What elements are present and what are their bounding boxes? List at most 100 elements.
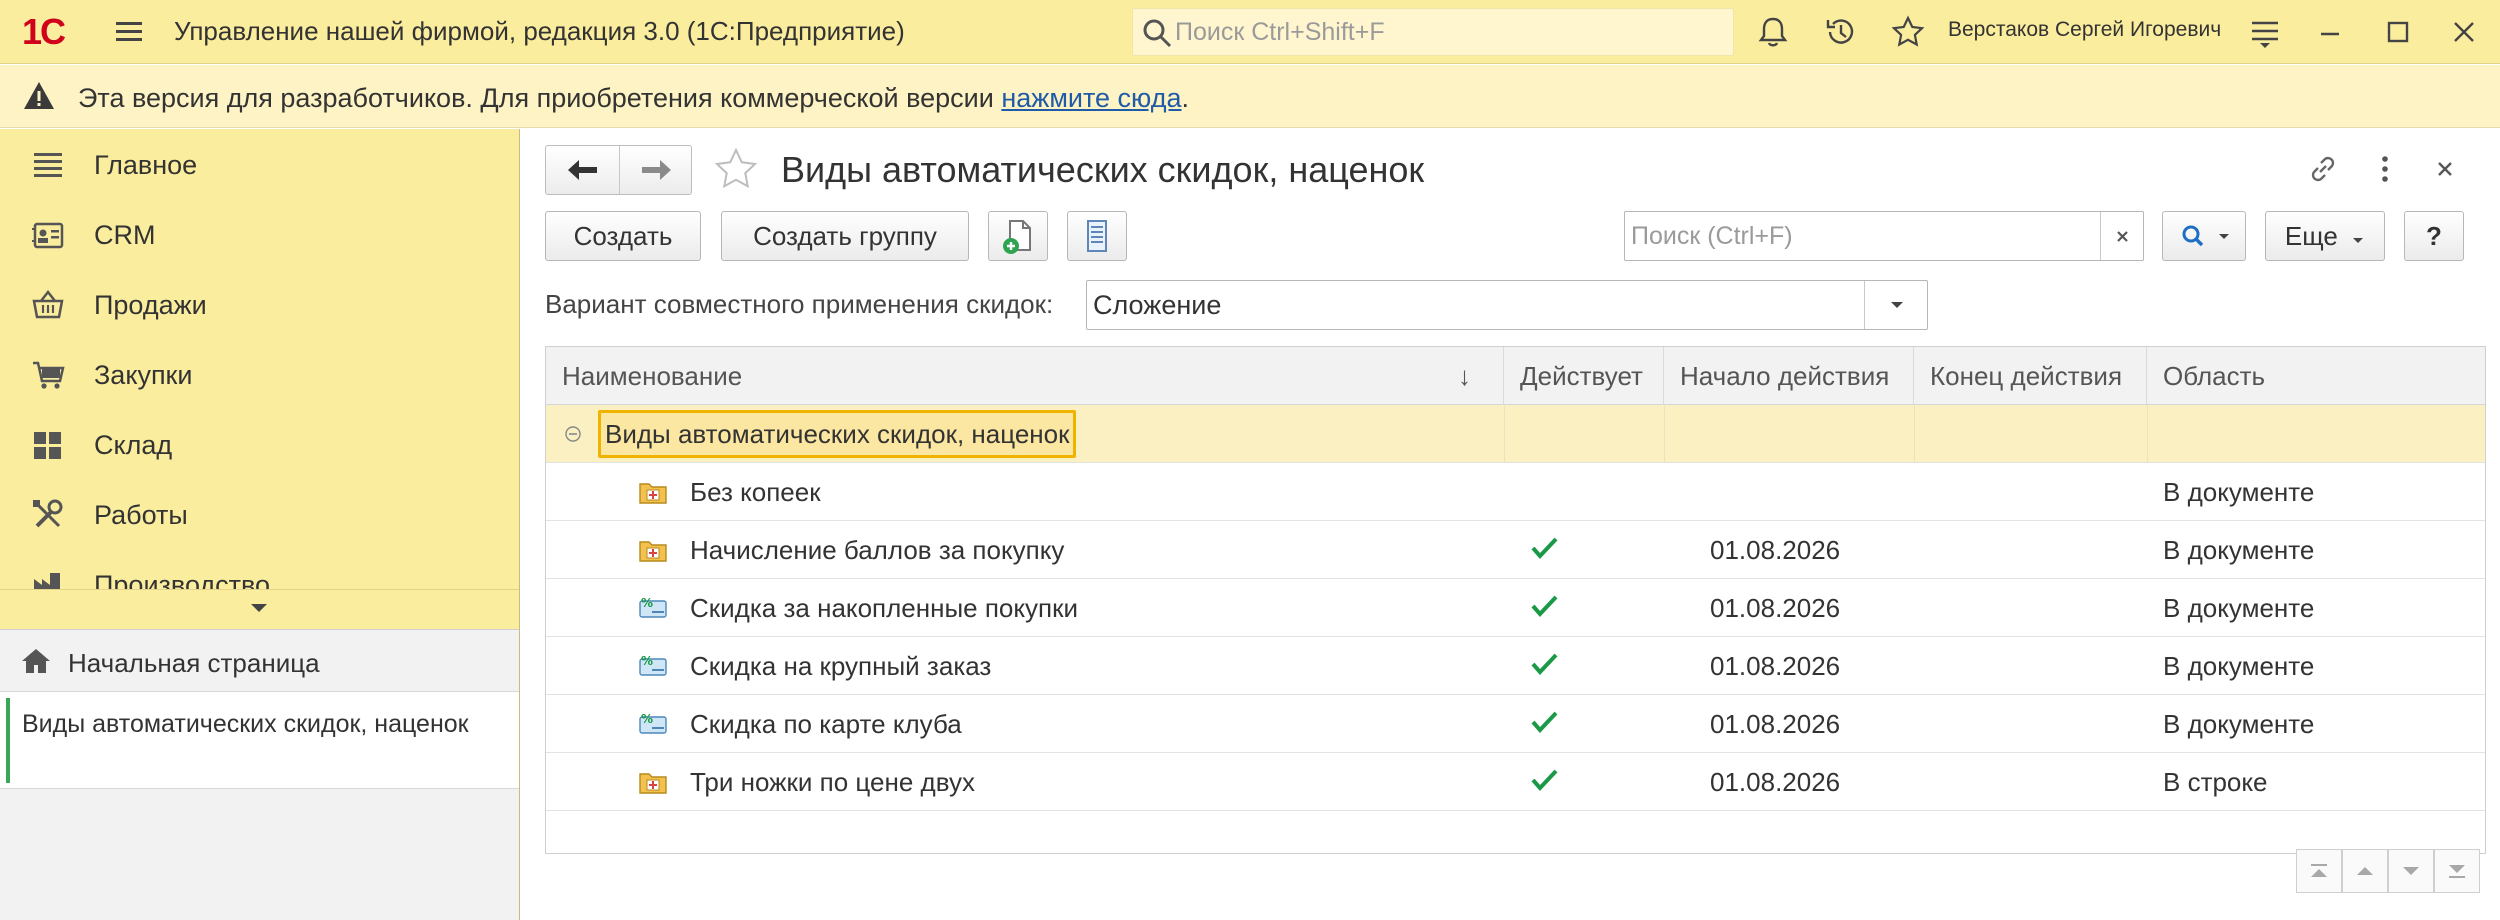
sidebar-item-crm[interactable]: CRM — [0, 199, 519, 269]
notifications-bell-icon[interactable] — [1755, 14, 1791, 50]
global-search[interactable] — [1132, 8, 1734, 56]
scroll-to-bottom-button[interactable] — [2434, 849, 2480, 893]
favorites-star-icon[interactable] — [1890, 14, 1926, 50]
home-page-label: Начальная страница — [68, 648, 320, 678]
minimize-icon[interactable] — [2312, 14, 2348, 50]
row-scope: В документе — [2163, 709, 2315, 739]
search-options-button[interactable] — [2162, 211, 2246, 261]
discount-variant-label: Вариант совместного применения скидок: — [545, 289, 1054, 319]
copy-item-button[interactable] — [988, 211, 1048, 261]
user-name[interactable]: Верстаков Сергей Игоревич — [1948, 18, 2221, 42]
home-icon — [22, 649, 50, 673]
column-header-end[interactable]: Конец действия — [1914, 347, 2147, 405]
table-row[interactable]: Три ножки по цене двух 01.08.2026 В стро… — [546, 753, 2485, 811]
add-to-favorites-icon[interactable] — [711, 145, 761, 195]
warning-icon — [24, 82, 54, 109]
link-icon[interactable] — [2305, 151, 2341, 187]
row-start-date: 01.08.2026 — [1710, 535, 1841, 565]
forward-button[interactable] — [620, 146, 693, 194]
double-chevron-up-icon — [2311, 864, 2327, 877]
table-row[interactable]: % Скидка за накопленные покупки 01.08.20… — [546, 579, 2485, 637]
tools-icon — [33, 499, 63, 528]
discount-variant-select[interactable]: Сложение — [1086, 280, 1928, 330]
open-window-label: Виды автоматических скидок, наценок — [22, 710, 469, 738]
column-header-name[interactable]: Наименование ↓ — [546, 347, 1504, 405]
discount-percent-icon: % — [639, 596, 667, 618]
close-form-icon[interactable] — [2427, 151, 2463, 187]
sidebar-item-label: Главное — [94, 150, 198, 180]
collapse-icon[interactable] — [564, 425, 582, 443]
title-bar: 1С Управление нашей фирмой, редакция 3.0… — [0, 0, 2500, 64]
scroll-up-button[interactable] — [2342, 849, 2388, 893]
cart-icon — [33, 361, 65, 389]
banner-message: Эта версия для разработчиков. Для приобр… — [78, 83, 1002, 113]
checkmark-icon — [1531, 653, 1558, 675]
sidebar-item-works[interactable]: Работы — [0, 479, 519, 549]
checkmark-icon — [1531, 537, 1558, 559]
search-dropdown-icon — [2182, 225, 2229, 247]
maximize-icon[interactable] — [2380, 14, 2416, 50]
table-group-row[interactable]: Виды автоматических скидок, наценок — [546, 405, 2485, 463]
more-button[interactable]: Еще — [2265, 211, 2385, 261]
more-actions-icon[interactable] — [2367, 151, 2403, 187]
home-page-link[interactable]: Начальная страница — [0, 630, 519, 692]
sidebar-item-production[interactable]: Производство — [0, 549, 519, 589]
factory-icon — [34, 573, 60, 589]
row-start-date: 01.08.2026 — [1710, 709, 1841, 739]
contact-card-icon — [32, 222, 64, 249]
back-button[interactable] — [546, 146, 619, 194]
close-window-icon[interactable] — [2446, 14, 2482, 50]
sidebar-item-sales[interactable]: Продажи — [0, 269, 519, 339]
create-group-button[interactable]: Создать группу — [721, 211, 969, 261]
row-start-date: 01.08.2026 — [1710, 767, 1841, 797]
global-search-input[interactable] — [1175, 13, 1715, 51]
table-row[interactable]: % Скидка на крупный заказ 01.08.2026 В д… — [546, 637, 2485, 695]
table-row[interactable]: Без копеек В документе — [546, 463, 2485, 521]
row-name: Начисление баллов за покупку — [690, 535, 1065, 565]
discount-variant-value: Сложение — [1093, 290, 1222, 320]
sidebar-item-warehouse[interactable]: Склад — [0, 409, 519, 479]
folder-plus-icon — [639, 483, 667, 504]
row-scope: В документе — [2163, 593, 2315, 623]
svg-text:%: % — [641, 654, 653, 668]
list-search-input[interactable] — [1631, 218, 2091, 254]
column-header-start[interactable]: Начало действия — [1664, 347, 1914, 405]
discount-percent-icon: % — [639, 712, 667, 734]
purchase-link[interactable]: нажмите сюда — [1001, 83, 1181, 113]
discount-types-table[interactable]: Наименование ↓ Действует Начало действия… — [545, 346, 2486, 854]
list-icon — [34, 153, 62, 177]
chevron-up-icon — [2357, 867, 2373, 875]
main-menu-icon[interactable] — [112, 16, 146, 48]
table-row[interactable]: Начисление баллов за покупку 01.08.2026 … — [546, 521, 2485, 579]
sidebar-item-purchases[interactable]: Закупки — [0, 339, 519, 409]
discount-percent-icon: % — [639, 654, 667, 676]
row-name: Скидка на крупный заказ — [690, 651, 992, 681]
app-logo[interactable]: 1С — [22, 12, 90, 52]
list-settings-button[interactable] — [1067, 211, 1127, 261]
row-name: Скидка за накопленные покупки — [690, 593, 1079, 623]
svg-text:%: % — [641, 712, 653, 726]
scroll-to-top-button[interactable] — [2296, 849, 2342, 893]
column-header-scope[interactable]: Область — [2147, 347, 2485, 405]
chevron-down-icon — [251, 604, 267, 612]
open-window-discount-types[interactable]: Виды автоматических скидок, наценок — [0, 692, 519, 789]
sidebar-item-main[interactable]: Главное — [0, 129, 519, 199]
column-header-active[interactable]: Действует — [1504, 347, 1664, 405]
settings-menu-icon[interactable] — [2247, 14, 2283, 50]
folder-plus-icon — [639, 773, 667, 794]
form-area: Виды автоматических скидок, наценок Созд… — [521, 129, 2500, 920]
table-row[interactable]: % Скидка по карте клуба 01.08.2026 В док… — [546, 695, 2485, 753]
sections-expand-button[interactable] — [0, 589, 519, 629]
scroll-down-button[interactable] — [2388, 849, 2434, 893]
arrow-left-icon — [568, 160, 597, 180]
help-button[interactable]: ? — [2404, 211, 2464, 261]
create-button[interactable]: Создать — [545, 211, 701, 261]
sidebar-item-label: Продажи — [94, 290, 207, 320]
basket-icon — [32, 289, 64, 319]
list-search[interactable] — [1624, 211, 2144, 261]
history-icon[interactable] — [1823, 14, 1859, 50]
search-icon — [1143, 19, 1172, 48]
clear-search-button[interactable] — [2100, 212, 2143, 260]
variant-dropdown-button[interactable] — [1864, 281, 1927, 329]
developer-version-banner: Эта версия для разработчиков. Для приобр… — [0, 65, 2500, 128]
